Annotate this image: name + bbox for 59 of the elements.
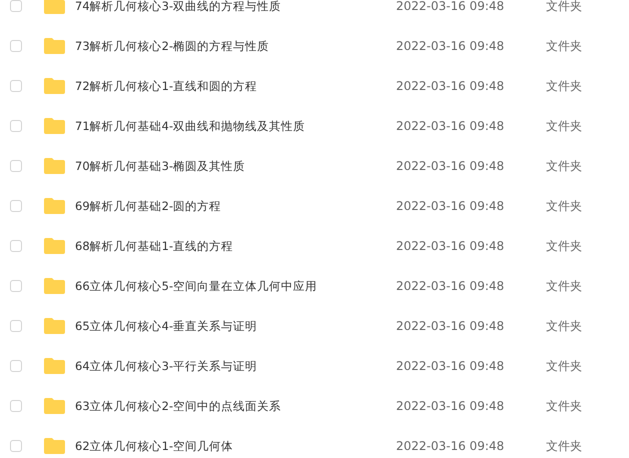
file-name[interactable]: 69解析几何基础2-圆的方程 bbox=[75, 198, 396, 214]
file-name[interactable]: 62立体几何核心1-空间几何体 bbox=[75, 438, 396, 454]
file-type: 文件夹 bbox=[546, 278, 582, 294]
modified-date: 2022-03-16 09:48 bbox=[396, 279, 506, 293]
checkbox[interactable] bbox=[10, 320, 22, 332]
folder-icon bbox=[44, 318, 65, 334]
checkbox[interactable] bbox=[10, 40, 22, 52]
file-name[interactable]: 72解析几何核心1-直线和圆的方程 bbox=[75, 78, 396, 94]
file-type: 文件夹 bbox=[546, 38, 582, 54]
folder-icon bbox=[44, 0, 65, 14]
folder-icon bbox=[44, 38, 65, 54]
file-type: 文件夹 bbox=[546, 398, 582, 414]
modified-date: 2022-03-16 09:48 bbox=[396, 39, 506, 53]
modified-date: 2022-03-16 09:48 bbox=[396, 399, 506, 413]
checkbox[interactable] bbox=[10, 120, 22, 132]
file-name[interactable]: 70解析几何基础3-椭圆及其性质 bbox=[75, 158, 396, 174]
modified-date: 2022-03-16 09:48 bbox=[396, 0, 506, 13]
folder-icon bbox=[44, 398, 65, 414]
modified-date: 2022-03-16 09:48 bbox=[396, 239, 506, 253]
file-name[interactable]: 66立体几何核心5-空间向量在立体几何中应用 bbox=[75, 278, 396, 294]
file-name[interactable]: 64立体几何核心3-平行关系与证明 bbox=[75, 358, 396, 374]
modified-date: 2022-03-16 09:48 bbox=[396, 359, 506, 373]
modified-date: 2022-03-16 09:48 bbox=[396, 439, 506, 453]
file-type: 文件夹 bbox=[546, 158, 582, 174]
checkbox[interactable] bbox=[10, 80, 22, 92]
checkbox[interactable] bbox=[10, 0, 22, 12]
folder-icon bbox=[44, 158, 65, 174]
checkbox[interactable] bbox=[10, 240, 22, 252]
checkbox[interactable] bbox=[10, 360, 22, 372]
folder-icon bbox=[44, 438, 65, 454]
folder-icon bbox=[44, 78, 65, 94]
file-name[interactable]: 68解析几何基础1-直线的方程 bbox=[75, 238, 396, 254]
file-name[interactable]: 73解析几何核心2-椭圆的方程与性质 bbox=[75, 38, 396, 54]
file-type: 文件夹 bbox=[546, 358, 582, 374]
checkbox[interactable] bbox=[10, 440, 22, 452]
modified-date: 2022-03-16 09:48 bbox=[396, 79, 506, 93]
checkbox[interactable] bbox=[10, 400, 22, 412]
file-type: 文件夹 bbox=[546, 438, 582, 454]
folder-icon bbox=[44, 358, 65, 374]
file-type: 文件夹 bbox=[546, 118, 582, 134]
modified-date: 2022-03-16 09:48 bbox=[396, 199, 506, 213]
folder-icon bbox=[44, 238, 65, 254]
file-type: 文件夹 bbox=[546, 238, 582, 254]
file-name[interactable]: 63立体几何核心2-空间中的点线面关系 bbox=[75, 398, 396, 414]
file-name[interactable]: 65立体几何核心4-垂直关系与证明 bbox=[75, 318, 396, 334]
file-type: 文件夹 bbox=[546, 78, 582, 94]
modified-date: 2022-03-16 09:48 bbox=[396, 119, 506, 133]
checkbox[interactable] bbox=[10, 280, 22, 292]
modified-date: 2022-03-16 09:48 bbox=[396, 159, 506, 173]
file-name[interactable]: 74解析几何核心3-双曲线的方程与性质 bbox=[75, 0, 396, 14]
checkbox[interactable] bbox=[10, 200, 22, 212]
folder-icon bbox=[44, 118, 65, 134]
modified-date: 2022-03-16 09:48 bbox=[396, 319, 506, 333]
checkbox[interactable] bbox=[10, 160, 22, 172]
file-type: 文件夹 bbox=[546, 318, 582, 334]
folder-icon bbox=[44, 278, 65, 294]
file-type: 文件夹 bbox=[546, 198, 582, 214]
folder-icon bbox=[44, 198, 65, 214]
file-name[interactable]: 71解析几何基础4-双曲线和抛物线及其性质 bbox=[75, 118, 396, 134]
